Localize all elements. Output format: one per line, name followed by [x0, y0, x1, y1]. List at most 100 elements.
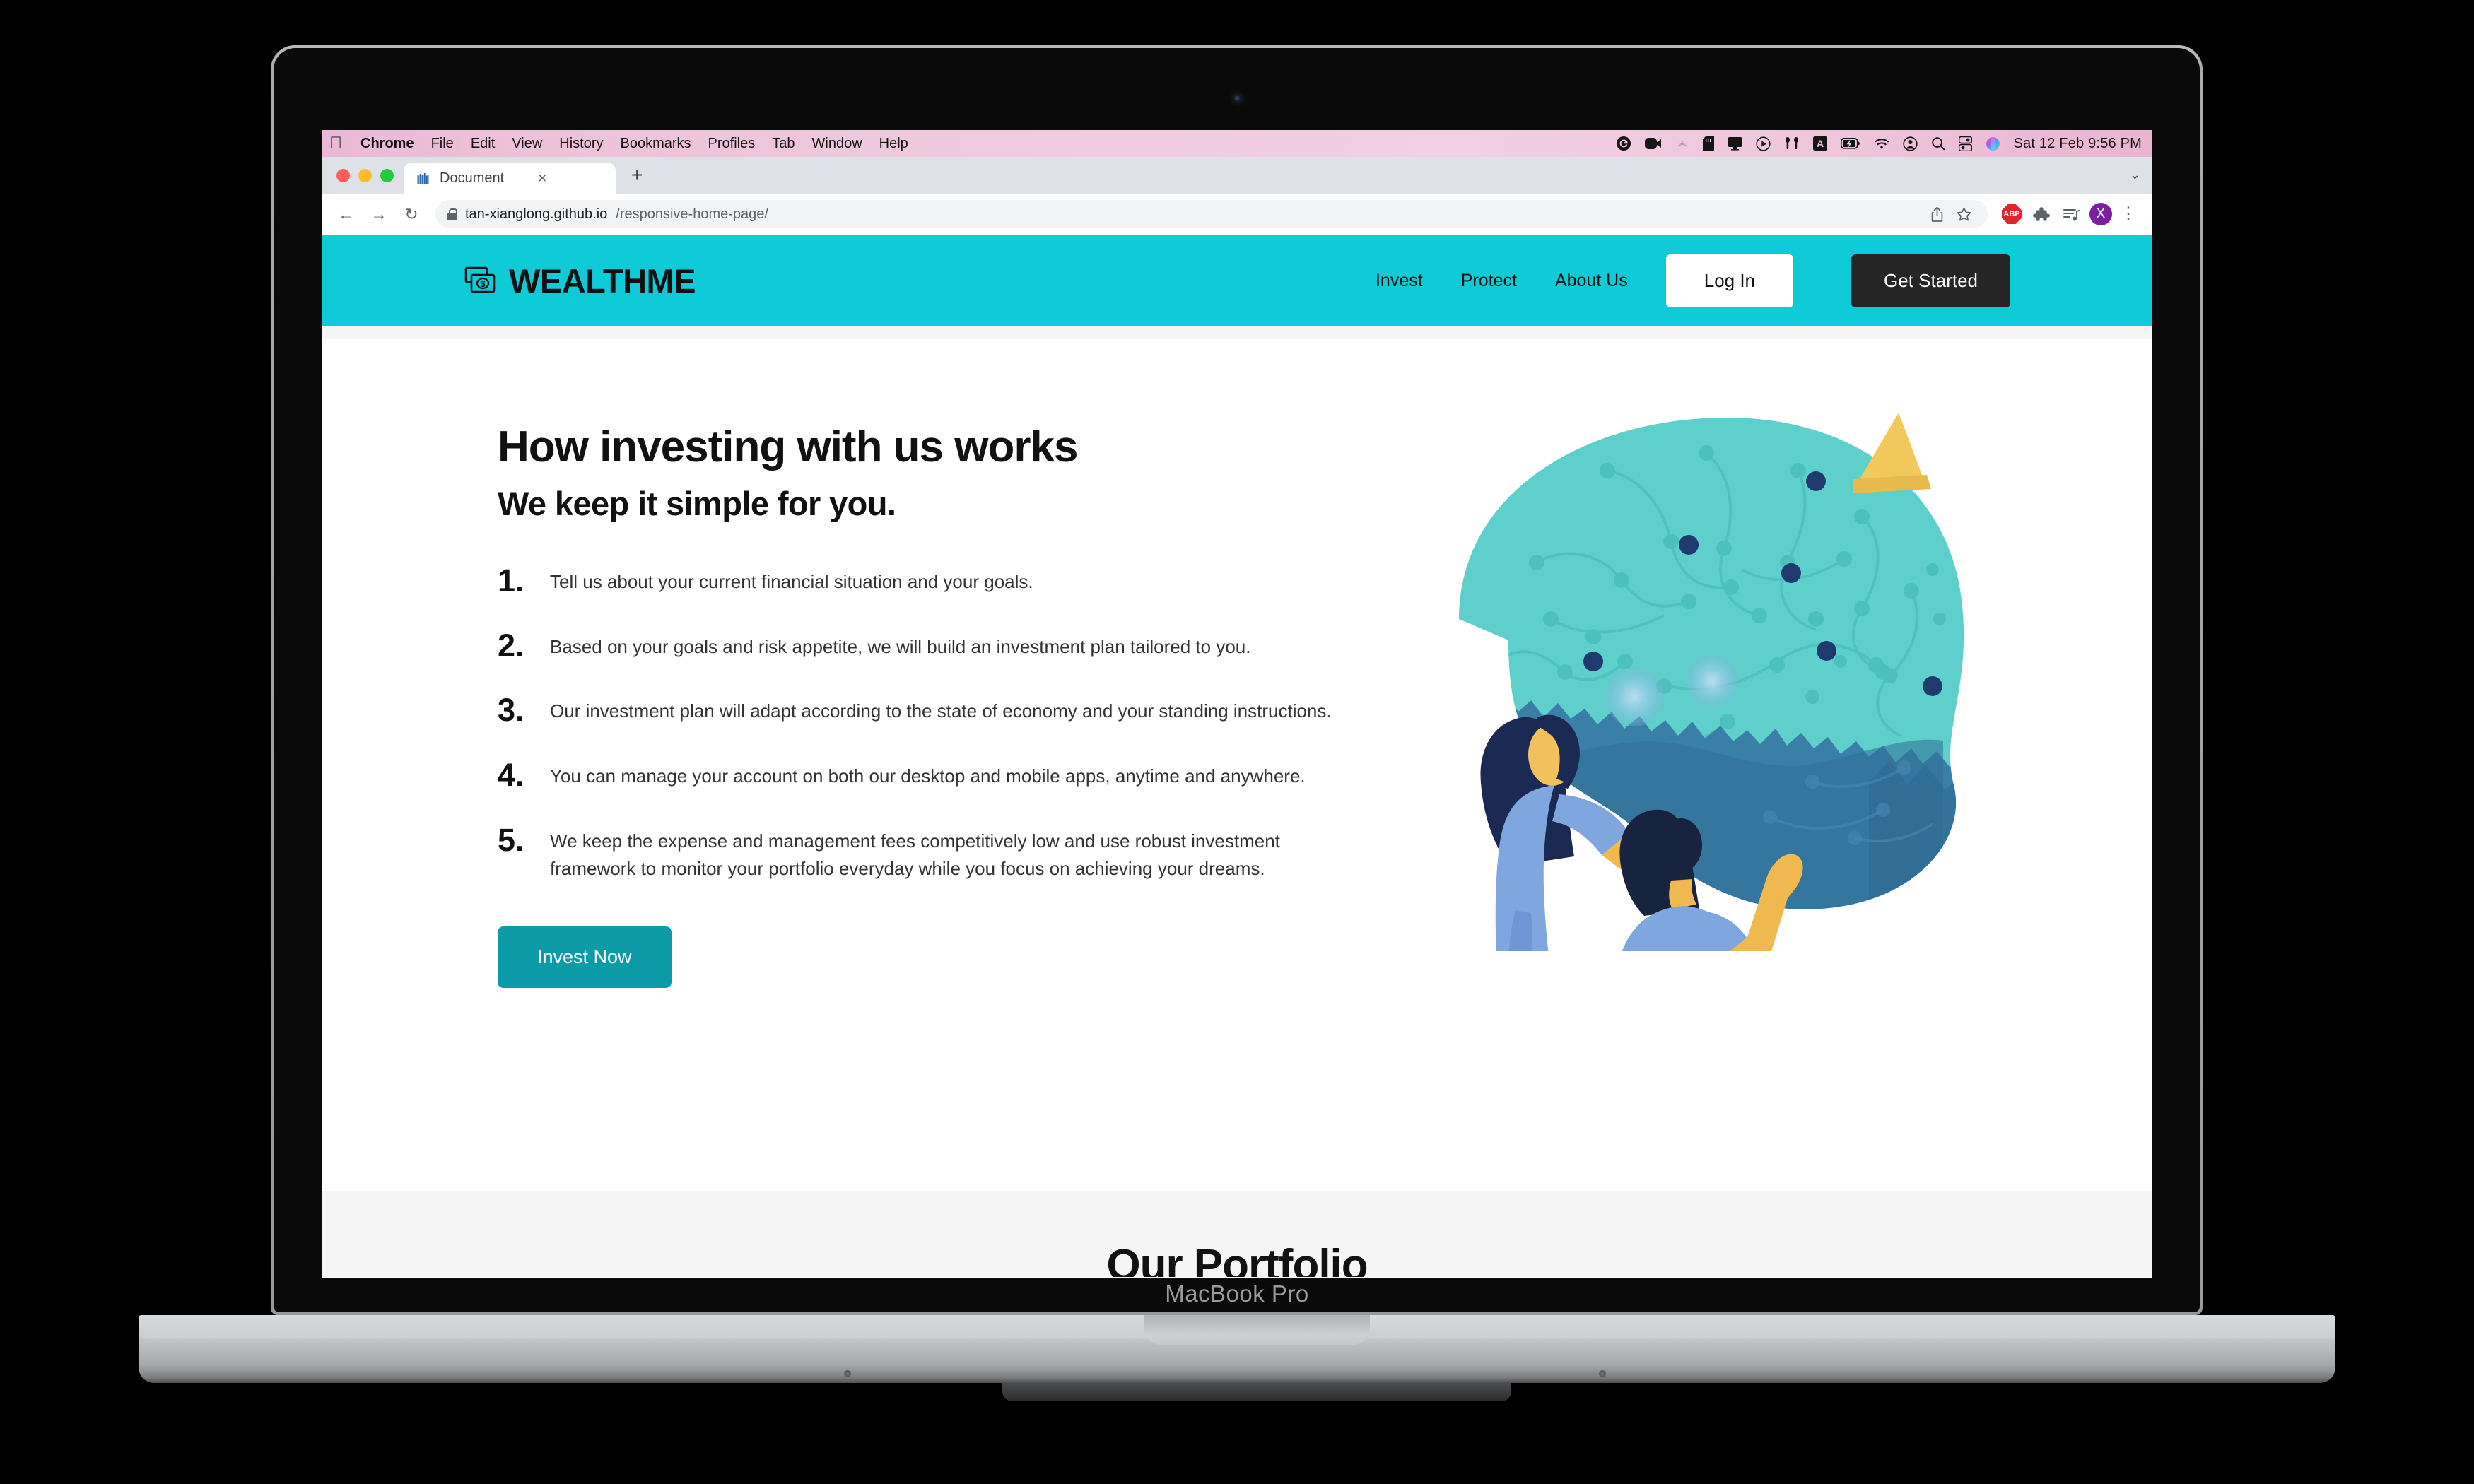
chevron-down-icon[interactable]: ⌄: [2130, 167, 2152, 194]
lock-icon: [447, 208, 457, 220]
adblock-plus-icon[interactable]: ABP: [1999, 201, 2024, 227]
menu-edit[interactable]: Edit: [471, 136, 495, 152]
user-circle-icon[interactable]: [1902, 136, 1918, 151]
get-started-button[interactable]: Get Started: [1851, 254, 2010, 307]
list-item: 5. We keep the expense and management fe…: [498, 822, 1402, 883]
back-button[interactable]: ←: [332, 200, 360, 228]
reload-button[interactable]: ↻: [397, 200, 426, 228]
header-divider: [322, 326, 2152, 339]
svg-text:$: $: [480, 278, 486, 289]
step-text: Our investment plan will adapt according…: [550, 700, 1332, 722]
nav-link-about-us[interactable]: About Us: [1555, 271, 1628, 291]
menu-help[interactable]: Help: [879, 136, 908, 152]
wifi-icon[interactable]: [1874, 138, 1889, 150]
menu-window[interactable]: Window: [812, 136, 862, 152]
step-number: 1.: [498, 562, 524, 599]
menu-view[interactable]: View: [512, 136, 542, 152]
brand-name: WEALTHME: [509, 261, 696, 300]
step-number: 5.: [498, 821, 524, 858]
webcam-lens: [1235, 96, 1239, 100]
macos-menubar:  Chrome File Edit View History Bookmark…: [322, 130, 2152, 157]
control-center-icon[interactable]: [1958, 136, 1972, 151]
url-path: /responsive-home-page/: [616, 206, 768, 222]
menu-history[interactable]: History: [559, 136, 603, 152]
list-item: 4. You can manage your account on both o…: [498, 757, 1402, 794]
maximize-window-button[interactable]: [380, 169, 394, 182]
chrome-toolbar: ← → ↻ tan-xianglong.github.io/responsive…: [322, 194, 2152, 235]
adblock-badge: ABP: [2002, 204, 2022, 224]
share-icon[interactable]: [1924, 201, 1950, 227]
avatar[interactable]: X: [2088, 201, 2114, 227]
browser-tab[interactable]: Document ×: [404, 163, 616, 194]
screen-recorder-icon[interactable]: [1644, 137, 1662, 150]
chrome-tabstrip: Document × + ⌄: [322, 157, 2152, 194]
tab-title: Document: [440, 170, 505, 186]
sd-card-icon[interactable]: [1702, 136, 1714, 151]
page-title: How investing with us works: [498, 423, 1078, 471]
step-number: 2.: [498, 627, 524, 664]
screen-content:  Chrome File Edit View History Bookmark…: [322, 130, 2152, 1278]
play-circle-icon[interactable]: [1755, 136, 1771, 151]
siri-icon[interactable]: [1986, 136, 2000, 151]
close-window-button[interactable]: [336, 169, 350, 182]
hero-text-column: How investing with us works We keep it s…: [498, 394, 1402, 988]
battery-charging-icon[interactable]: [1840, 138, 1860, 149]
svg-text:A: A: [1816, 138, 1823, 149]
list-item: 3. Our investment plan will adapt accord…: [498, 692, 1402, 729]
laptop-foot: [1002, 1383, 1511, 1401]
step-number: 4.: [498, 757, 524, 794]
menu-file[interactable]: File: [431, 136, 454, 152]
extensions-puzzle-icon[interactable]: [2029, 201, 2054, 227]
step-text: Based on your goals and risk appetite, w…: [550, 635, 1251, 657]
display-icon[interactable]: [1728, 136, 1742, 151]
portfolio-section: Our Portfolio: [322, 1191, 2152, 1277]
screenshot-stage:  Chrome File Edit View History Bookmark…: [0, 0, 2474, 1484]
forward-button[interactable]: →: [365, 200, 393, 228]
nav-link-protect[interactable]: Protect: [1461, 271, 1517, 291]
step-text: Tell us about your current financial sit…: [550, 570, 1033, 592]
brain-network-people-illustration: [1459, 413, 1964, 951]
site-header: $ WEALTHME Invest Protect About Us Log I…: [322, 235, 2152, 326]
list-item: 1. Tell us about your current financial …: [498, 563, 1402, 599]
step-number: 3.: [498, 692, 524, 729]
money-bills-icon: $: [464, 266, 496, 293]
apple-logo-icon[interactable]: : [329, 135, 342, 152]
chrome-menu-icon[interactable]: ⋮: [2118, 205, 2139, 223]
new-tab-button[interactable]: +: [631, 165, 643, 194]
url-host: tan-xianglong.github.io: [465, 206, 608, 222]
menubar-clock[interactable]: Sat 12 Feb 9:56 PM: [2014, 136, 2142, 152]
invest-now-button[interactable]: Invest Now: [498, 926, 672, 988]
site-nav: Invest Protect About Us Log In Get Start…: [1376, 254, 2010, 307]
website-viewport: $ WEALTHME Invest Protect About Us Log I…: [322, 235, 2152, 1277]
section-title: Our Portfolio: [1106, 1241, 1368, 1277]
step-text: You can manage your account on both our …: [550, 765, 1306, 787]
menu-tab[interactable]: Tab: [772, 136, 795, 152]
nav-link-invest[interactable]: Invest: [1376, 271, 1423, 291]
base-screw: [844, 1370, 851, 1377]
laptop-base-notch: [1144, 1315, 1370, 1345]
base-screw: [1599, 1370, 1606, 1377]
menu-chrome[interactable]: Chrome: [360, 136, 414, 152]
minimize-window-button[interactable]: [358, 169, 372, 182]
search-icon[interactable]: [1931, 136, 1945, 151]
airdrop-icon[interactable]: [1675, 136, 1689, 151]
steps-list: 1. Tell us about your current financial …: [498, 563, 1402, 883]
step-text: We keep the expense and management fees …: [550, 830, 1280, 879]
window-traffic-lights: [335, 169, 404, 194]
hero-illustration-column: [1417, 394, 2039, 988]
macbook-label: MacBook Pro: [1165, 1280, 1309, 1307]
brand-logo[interactable]: $ WEALTHME: [464, 261, 696, 300]
grammarly-icon[interactable]: [1616, 136, 1631, 151]
reading-list-icon[interactable]: [2058, 201, 2084, 227]
bookmark-star-icon[interactable]: [1951, 201, 1976, 227]
list-item: 2. Based on your goals and risk appetite…: [498, 628, 1402, 664]
airpods-icon[interactable]: [1784, 136, 1800, 151]
menu-bookmarks[interactable]: Bookmarks: [621, 136, 691, 152]
page-subtitle: We keep it simple for you.: [498, 484, 896, 522]
input-source-a-icon[interactable]: A: [1812, 136, 1827, 151]
login-button[interactable]: Log In: [1665, 254, 1794, 307]
address-bar[interactable]: tan-xianglong.github.io/responsive-home-…: [435, 200, 1988, 228]
avatar-initial: X: [2089, 203, 2112, 225]
menu-profiles[interactable]: Profiles: [708, 136, 756, 152]
close-icon[interactable]: ×: [538, 171, 546, 186]
